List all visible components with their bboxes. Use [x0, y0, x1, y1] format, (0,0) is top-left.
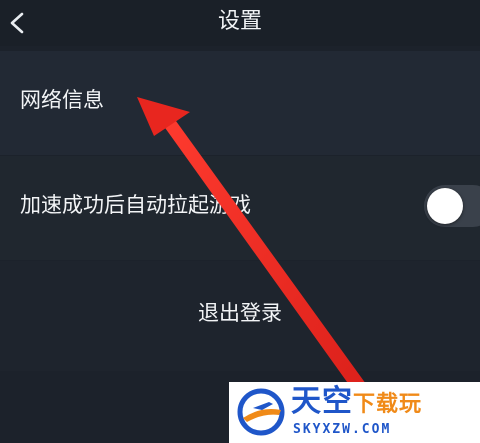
auto-launch-game-item: 加速成功后自动拉起游戏: [0, 156, 480, 260]
watermark-title-orange: 下载玩: [353, 392, 423, 417]
toggle-knob: [427, 188, 463, 224]
top-bar: 设置: [0, 0, 480, 46]
back-button[interactable]: [2, 4, 34, 42]
logout-item[interactable]: 退出登录: [0, 261, 480, 371]
watermark-title: 天空下载玩: [291, 384, 422, 420]
auto-launch-toggle[interactable]: [424, 185, 480, 227]
logout-label: 退出登录: [198, 301, 282, 325]
network-info-label: 网络信息: [20, 88, 104, 112]
auto-launch-game-label: 加速成功后自动拉起游戏: [20, 193, 251, 217]
watermark-title-blue: 天空: [291, 384, 353, 419]
page-title: 设置: [217, 9, 262, 34]
watermark: 天空下载玩 SKYXZW.COM: [229, 382, 480, 443]
settings-screen: 设置 网络信息 加速成功后自动拉起游戏 退出登录 天空下载玩 SKYXZW.CO…: [0, 0, 480, 443]
chevron-left-icon: [10, 12, 24, 34]
airplane-globe-logo-icon: [237, 388, 285, 436]
watermark-domain: SKYXZW.COM: [293, 422, 392, 437]
network-info-item[interactable]: 网络信息: [0, 51, 480, 155]
